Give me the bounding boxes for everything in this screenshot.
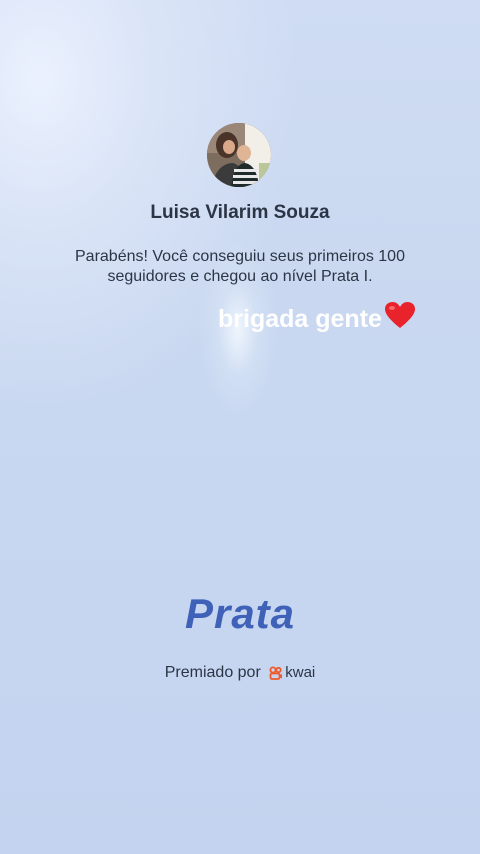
brand: kwai [269,664,315,681]
red-heart-icon [384,301,416,336]
overlay-caption: brigada gente [218,301,416,336]
awarded-by-label: Premiado por [164,664,261,681]
awarded-by: Premiado por kwai [0,664,480,682]
brand-name: kwai [285,664,316,682]
kwai-logo-icon [269,666,283,680]
avatar[interactable] [207,123,271,187]
overlay-caption-text: brigada gente [218,305,382,333]
achievement-message: Parabéns! Você conseguiu seus primeiros … [60,247,420,287]
profile-name: Luisa Vilarim Souza [150,202,330,223]
message-line-1: Parabéns! Você conseguiu seus primeiros … [75,248,405,265]
message-line-2: seguidores e chegou ao nível Prata I. [107,268,373,285]
profile-photo [207,123,271,187]
level-title: Prata [184,590,296,637]
